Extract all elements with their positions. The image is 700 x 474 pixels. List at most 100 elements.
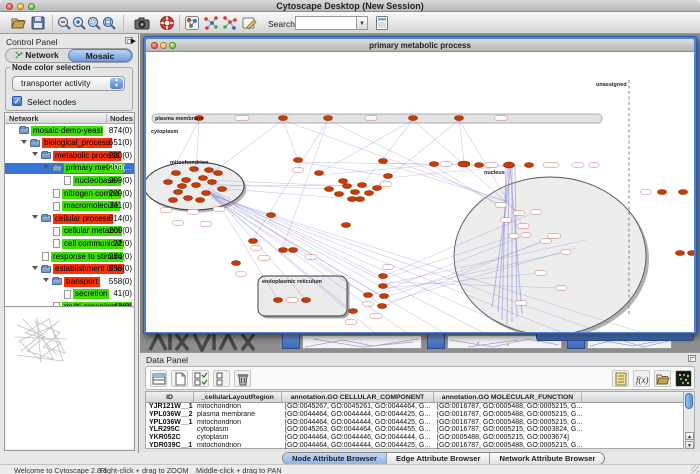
birdseye-view[interactable] [4,306,135,451]
table-cell[interactable]: cytoplasm [194,426,282,434]
minimize-icon[interactable] [17,3,24,10]
table-cell[interactable] [582,419,684,427]
vizmapper-icon[interactable] [184,15,200,31]
table-row[interactable]: YJR121W__1mitochondrion[GO:0045267, GO:0… [146,403,684,411]
node-color-dropdown[interactable]: transporter activity ▲▼ [12,76,125,91]
tree-row-response-to-stimulu[interactable]: response to stimulu264(0) [5,251,134,262]
tab-node-attribute-browser[interactable]: Node Attribute Browser [283,453,387,464]
heatmap-icon[interactable] [675,370,692,387]
close-icon[interactable] [6,3,13,10]
more-tabs-arrow-icon[interactable]: ▶ [131,37,136,45]
table-cell[interactable]: YDR039C__1 [146,442,194,450]
table-cell[interactable]: plasma membrane [194,411,282,419]
annotation-icon[interactable] [241,15,257,31]
tree-row-transport[interactable]: transport558(0) [5,276,134,287]
delete-attribute-icon[interactable] [234,370,251,387]
tree-row-macromolecule[interactable]: macromolecule311(0) [5,201,134,212]
function-builder-icon[interactable]: f(x) [633,370,650,387]
tab-network[interactable]: Network [6,49,68,62]
attribute-list-icon[interactable] [612,370,629,387]
tree-row-cellular-process[interactable]: cellular process614(0) [5,213,134,224]
unselect-attributes-icon[interactable] [213,370,230,387]
import-attributes-icon[interactable] [654,370,671,387]
table-cell[interactable]: mitochondrion [194,442,282,450]
table-cell[interactable] [582,403,684,411]
save-session-icon[interactable] [30,15,46,31]
table-cell[interactable]: cytoplasm [194,434,282,442]
table-row[interactable]: YKR052Ccytoplasm[GO:0044464, GO:0044446,… [146,434,684,442]
network-canvas[interactable]: plasma membranecytoplasmmitochondrionnuc… [146,52,694,332]
float-panel-icon[interactable] [688,355,696,362]
table-cell[interactable]: [GO:0044464, GO:0044444, GO:0044425, G..… [282,411,434,419]
zoom-out-icon[interactable] [56,15,72,31]
expand-arrow-icon[interactable] [43,278,49,282]
scrollbar-thumb[interactable] [685,393,693,409]
table-cell[interactable]: mitochondrion [194,403,282,411]
table-cell[interactable]: [GO:0016787, GO:0005488, GO:0005215, G..… [434,411,582,419]
tree-row-metabolic-process[interactable]: metabolic process280(0) [5,150,134,161]
table-cell[interactable]: [GO:0016787, GO:0005488, GO:0005215, G..… [434,403,582,411]
tree-row-cell-communicat[interactable]: cell communicat22(0) [5,238,134,249]
zoom-fit-icon[interactable] [101,15,117,31]
new-attribute-icon[interactable] [171,370,188,387]
layout-2-icon[interactable] [222,15,238,31]
tree-row-mosaic-demo-yeast[interactable]: mosaic-demo-yeast874(0) [5,125,134,136]
table-cell[interactable]: [GO:0016787, GO:0005488, GO:0005215, G..… [434,419,582,427]
table-cell[interactable]: YPL036W__2 [146,411,194,419]
table-cell[interactable] [582,411,684,419]
table-cell[interactable]: YJR121W__1 [146,403,194,411]
select-attributes-icon[interactable] [192,370,209,387]
tab-mosaic[interactable]: Mosaic [68,49,132,62]
tab-network-attribute-browser[interactable]: Network Attribute Browser [490,453,604,464]
expand-arrow-icon[interactable] [32,266,38,270]
table-row[interactable]: YPL036W__2plasma membrane[GO:0044464, GO… [146,411,684,419]
column-header[interactable]: _cellularLayoutRegion [194,392,282,403]
table-cell[interactable]: [GO:0044464, GO:0044446, GO:0044444, G..… [282,434,434,442]
column-header[interactable]: annotation.GO CELLULAR_COMPONENT [282,392,434,403]
table-cell[interactable]: [GO:0044464, GO:0044444, GO:0044425, G..… [282,419,434,427]
table-cell[interactable]: [GO:0044464, GO:0044444, GO:0044425, G..… [282,442,434,450]
snapshot-icon[interactable] [134,15,150,31]
zoom-window-icon[interactable] [28,3,35,10]
table-cell[interactable] [582,434,684,442]
zoom-window-icon[interactable] [169,42,176,49]
network-window-titlebar[interactable]: primary metabolic process [146,39,694,52]
tree-row-biological-process[interactable]: biological_process651(0) [5,138,134,149]
table-row[interactable]: YDR039C__1mitochondrion[GO:0044464, GO:0… [146,442,684,450]
table-cell[interactable]: YPL036W__1 [146,419,194,427]
close-icon[interactable] [151,42,158,49]
minimize-icon[interactable] [160,42,167,49]
column-header[interactable]: ID [146,392,194,403]
search-dropdown-arrow[interactable]: ▼ [357,16,368,30]
table-cell[interactable]: [GO:0045267, GO:0045261, GO:0044464, G..… [282,403,434,411]
table-scrollbar[interactable]: ▲ ▼ [683,392,694,449]
table-cell[interactable]: [GO:0005488, GO:0005215, GO:0003674] [434,434,582,442]
table-cell[interactable]: mitochondrion [194,419,282,427]
table-row[interactable]: YPL036W__1mitochondrion[GO:0044464, GO:0… [146,419,684,427]
background-window-canvas[interactable] [302,335,422,349]
tree-row-nucleobase-[interactable]: nucleobase-209(0) [5,175,134,186]
select-nodes-checkbox[interactable]: ✓ [12,96,22,106]
open-session-icon[interactable] [11,15,27,31]
scroll-up-icon[interactable]: ▲ [685,432,694,440]
table-cell[interactable]: [GO:0016787, GO:0005215, GO:0003824, G..… [434,426,582,434]
tree-row-nitrogen-compo[interactable]: nitrogen compo209(0) [5,188,134,199]
tree-row-primary-metabo[interactable]: primary metabo209(... [5,163,134,174]
layout-1-icon[interactable] [203,15,219,31]
tree-row-cellular-metabol[interactable]: cellular metabol209(0) [5,226,134,237]
scroll-down-icon[interactable]: ▼ [685,441,694,449]
background-window-titlebar[interactable] [282,333,300,349]
column-header[interactable]: annotation.GO MOLECULAR_FUNCTION [434,392,582,403]
resize-grip[interactable] [691,465,699,473]
expand-arrow-icon[interactable] [32,215,38,219]
tab-edge-attribute-browser[interactable]: Edge Attribute Browser [387,453,491,464]
table-cell[interactable]: [GO:0016787, GO:0005488, GO:0005215, G..… [434,442,582,450]
zoom-in-icon[interactable] [71,15,87,31]
tree-row-secretion[interactable]: secretion41(0) [5,289,134,300]
expand-arrow-icon[interactable] [21,140,27,144]
tree-row-establishment-of-lo[interactable]: establishment of lo558(0) [5,264,134,275]
table-cell[interactable]: YKR052C [146,434,194,442]
expand-arrow-icon[interactable] [43,165,49,169]
table-cell[interactable] [582,442,684,450]
search-input[interactable] [295,16,357,30]
